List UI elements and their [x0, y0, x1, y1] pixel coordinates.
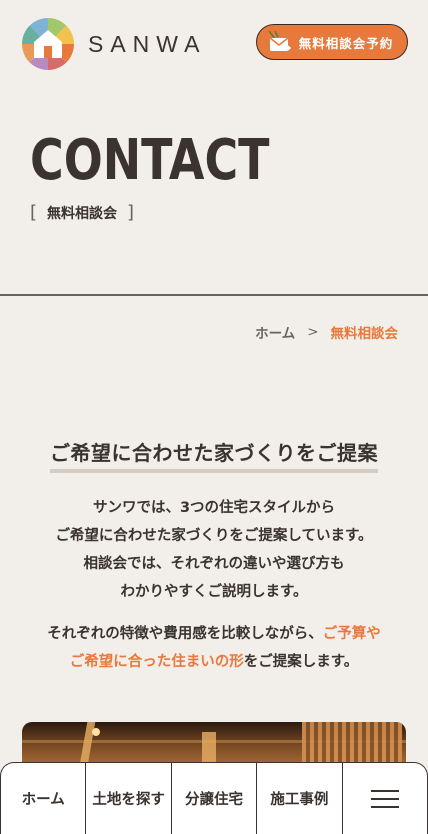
subtitle-text: 無料相談会 [47, 205, 118, 222]
mail-icon [267, 29, 293, 58]
proposal-line-2: ご希望に合った住まいの形をご提案します。 [0, 648, 428, 676]
page-subtitle: [ 無料相談会 ] [30, 202, 134, 223]
nav-home[interactable]: ホーム [1, 763, 87, 834]
logo-mark-icon [22, 18, 74, 70]
intro-line: 相談会では、それぞれの違いや選び方も [83, 556, 345, 572]
breadcrumb: ホーム > 無料相談会 [255, 322, 398, 342]
section-heading: ご希望に合わせた家づくりをご提案 [0, 437, 428, 473]
bottom-navigation: ホーム 土地を探す 分譲住宅 施工事例 [0, 762, 428, 834]
hamburger-icon [370, 789, 399, 808]
nav-case-studies[interactable]: 施工事例 [257, 763, 343, 834]
reservation-button-label: 無料相談会予約 [298, 35, 394, 51]
bracket-open: [ [30, 202, 38, 223]
intro-line: わかりやすくご説明します。 [120, 584, 308, 600]
site-header: SANWA 無料相談会予約 [0, 0, 428, 90]
proposal-paragraph: それぞれの特徴や費用感を比較しながら、ご予算や ご希望に合った住まいの形をご提案… [0, 620, 428, 676]
intro-paragraph: サンワでは、3つの住宅スタイルから ご希望に合わせた家づくりをご提案しています。… [0, 494, 428, 606]
bracket-close: ] [127, 202, 135, 223]
reservation-button[interactable]: 無料相談会予約 [256, 24, 408, 60]
proposal-highlight: ご希望に合った住まいの形 [69, 654, 244, 670]
proposal-text: それぞれの特徴や費用感を比較しながら、 [47, 626, 323, 642]
breadcrumb-current: 無料相談会 [330, 326, 399, 342]
menu-button[interactable] [343, 763, 427, 834]
nav-find-land[interactable]: 土地を探す [86, 763, 172, 834]
divider [0, 294, 428, 296]
breadcrumb-separator-icon: > [307, 324, 319, 340]
nav-houses-for-sale[interactable]: 分譲住宅 [172, 763, 258, 834]
proposal-line-1: それぞれの特徴や費用感を比較しながら、ご予算や [0, 620, 428, 648]
logo[interactable]: SANWA [22, 18, 207, 70]
page-title: CONTACT [30, 128, 270, 193]
breadcrumb-home[interactable]: ホーム [255, 322, 295, 342]
proposal-highlight: ご予算や [322, 626, 381, 642]
intro-line: サンワでは、3つの住宅スタイルから [92, 500, 336, 516]
intro-line: ご希望に合わせた家づくりをご提案しています。 [55, 528, 373, 544]
proposal-text: をご提案します。 [243, 654, 359, 670]
logo-text: SANWA [88, 30, 207, 57]
section-heading-text: ご希望に合わせた家づくりをご提案 [50, 437, 378, 473]
